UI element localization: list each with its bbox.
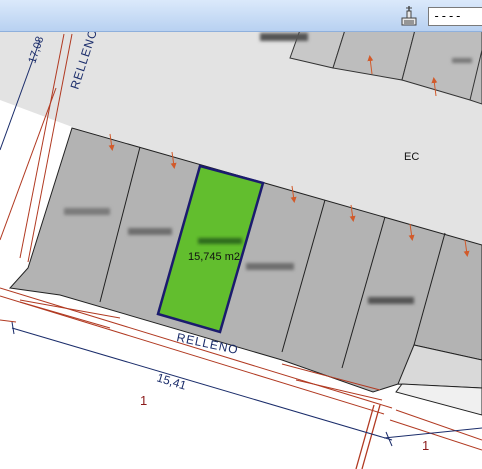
zone-label: EC [404, 151, 419, 163]
selected-parcel-blurred-label [198, 238, 242, 244]
map-canvas[interactable]: 15,745 m2 EC RELLENO RELLENO 17,08 15,41… [0, 0, 482, 469]
block-number-right: 1 [422, 438, 429, 453]
layer-tool-icon[interactable] [399, 5, 419, 27]
map-viewport[interactable]: 15,745 m2 EC RELLENO RELLENO 17,08 15,41… [0, 0, 482, 469]
block-number-left: 1 [140, 393, 147, 408]
corner-lot [395, 383, 482, 416]
dimension-bottom-label: 15,41 [155, 370, 188, 392]
map-toolbar: ---- [0, 0, 482, 32]
selected-parcel-area-label: 15,745 m2 [188, 251, 240, 263]
layer-select[interactable]: ---- [428, 7, 482, 26]
